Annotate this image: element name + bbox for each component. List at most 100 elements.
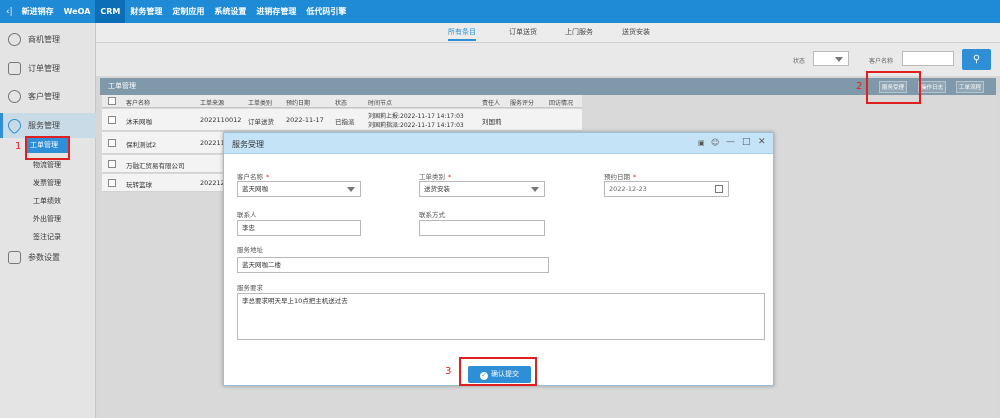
contact-label: 联系人 <box>237 211 257 219</box>
select-value: 送货安装 <box>424 185 450 193</box>
customer-icon <box>8 90 21 103</box>
status-filter-label: 状态 <box>793 58 806 65</box>
customer-name-select[interactable]: 蓝天网咖 <box>237 181 361 197</box>
service-request-label: 服务要求 <box>237 284 263 292</box>
sidebar-item-service[interactable]: 服务管理 <box>5 116 60 135</box>
tab-delivery-install[interactable]: 送货安装 <box>622 27 650 37</box>
business-icon <box>8 33 21 46</box>
cell-owner: 刘国莉 <box>482 118 502 126</box>
cell-type: 订单送货 <box>248 118 274 126</box>
work-order-type-select[interactable]: 送货安装 <box>419 181 545 197</box>
minimize-icon[interactable]: — <box>726 137 735 147</box>
nav-item-custom-apps[interactable]: 定制应用 <box>167 0 209 23</box>
chevron-down-icon <box>835 57 843 62</box>
cell-customer: 万融汇贸易有限公司 <box>126 162 185 170</box>
sidebar-subitem-logistics[interactable]: 物流管理 <box>33 160 61 170</box>
input-value: 李忠 <box>242 224 255 232</box>
tab-order-delivery[interactable]: 订单送货 <box>509 27 537 37</box>
textarea-value: 李总要求明天早上10点把主机送过去 <box>242 297 348 305</box>
input-value: 蓝天网咖二楼 <box>242 261 281 269</box>
column-header: 服务评分 <box>510 100 535 107</box>
table-row[interactable]: 沐禾网咖 2022110012 订单送货 2022-11-17 已指派 刘国莉上… <box>102 109 582 131</box>
column-header: 工单类别 <box>248 100 273 107</box>
smile-icon[interactable]: ☺ <box>711 138 719 147</box>
column-header: 预约日期 <box>286 100 311 107</box>
column-header: 时间节点 <box>368 100 393 107</box>
screenshot-icon[interactable]: ▣ <box>698 139 705 147</box>
select-all-checkbox[interactable] <box>108 97 116 105</box>
contact-input[interactable]: 李忠 <box>237 220 361 236</box>
status-filter-select[interactable] <box>813 51 849 66</box>
row-checkbox[interactable] <box>108 179 116 187</box>
order-icon <box>8 62 21 75</box>
cell-source: 202212 <box>200 179 225 187</box>
cell-node-assigned: 刘国莉指派:2022-11-17 14:17:03 <box>368 122 464 129</box>
sidebar-item-orders[interactable]: 订单管理 <box>8 62 60 75</box>
heart-icon <box>5 116 24 135</box>
required-mark: * <box>266 173 270 181</box>
phone-label: 联系方式 <box>419 211 445 219</box>
close-icon[interactable]: ✕ <box>758 137 766 147</box>
sidebar-item-customers[interactable]: 客户管理 <box>8 90 60 103</box>
required-mark: * <box>633 173 637 181</box>
nav-item-finance[interactable]: 财务管理 <box>125 0 167 23</box>
chevron-down-icon <box>347 187 355 192</box>
row-checkbox[interactable] <box>108 116 116 124</box>
column-header: 状态 <box>335 100 348 107</box>
operation-log-button[interactable]: 操作日志 <box>918 81 947 93</box>
tab-bar: 所有条目 订单送货 上门服务 送货安装 <box>96 23 1000 43</box>
label-text: 预约日期 <box>604 173 630 181</box>
annotation-number-2: 2 <box>856 81 863 92</box>
work-order-flow-button[interactable]: 工单流程 <box>956 81 985 93</box>
collapse-button[interactable]: ‹| <box>0 7 17 17</box>
nav-item-inventory[interactable]: 进销存管理 <box>251 0 301 23</box>
column-header: 工单来源 <box>200 100 225 107</box>
sidebar-subitem-outings[interactable]: 外出管理 <box>33 214 61 224</box>
row-checkbox[interactable] <box>108 160 116 168</box>
maximize-icon[interactable]: □ <box>742 137 751 147</box>
annotation-box-2 <box>866 71 921 104</box>
appointment-date-label: 预约日期 * <box>604 171 636 181</box>
nav-item-weoa[interactable]: WeOA <box>59 0 96 23</box>
appointment-date-input[interactable]: 2022-12-23 <box>604 181 729 197</box>
nav-item-lowcode[interactable]: 低代码引擎 <box>301 0 351 23</box>
sidebar-item-label: 订单管理 <box>28 64 60 73</box>
customer-filter-label: 客户名称 <box>869 58 894 65</box>
date-value: 2022-12-23 <box>609 185 647 193</box>
cell-customer: 保利测试2 <box>126 141 157 149</box>
cell-node-reported: 刘国莉上报:2022-11-17 14:17:03 <box>368 113 464 120</box>
sidebar-item-business[interactable]: 商机管理 <box>8 33 60 46</box>
tab-all-items[interactable]: 所有条目 <box>448 27 476 41</box>
row-checkbox[interactable] <box>108 139 116 147</box>
sidebar-subitem-invoices[interactable]: 发票管理 <box>33 178 61 188</box>
column-header: 责任人 <box>482 100 501 107</box>
search-button[interactable]: ⚲ <box>962 49 991 70</box>
sidebar-subitem-performance[interactable]: 工单绩效 <box>33 196 61 206</box>
service-accept-dialog: 服务受理 ▣ ☺ — □ ✕ 客户名称 * 蓝天网咖 工单类别 * 送货安装 预约日… <box>223 132 774 386</box>
chevron-down-icon <box>531 187 539 192</box>
calendar-icon[interactable] <box>715 185 723 193</box>
nav-item-crm[interactable]: CRM <box>95 0 126 23</box>
column-header: 客户名称 <box>126 100 151 107</box>
tab-onsite-service[interactable]: 上门服务 <box>565 27 593 37</box>
annotation-number-3: 3 <box>445 366 452 377</box>
service-address-input[interactable]: 蓝天网咖二楼 <box>237 257 549 273</box>
sidebar: 商机管理 订单管理 客户管理 服务管理 工单管理 物流管理 发票管理 工单绩效 … <box>0 23 96 418</box>
customer-name-label: 客户名称 * <box>237 171 269 181</box>
settings-icon <box>8 251 21 264</box>
sidebar-item-label: 客户管理 <box>28 92 60 101</box>
nav-item-system-settings[interactable]: 系统设置 <box>209 0 251 23</box>
cell-date: 2022-11-17 <box>286 116 324 124</box>
panel-title: 工单管理 <box>108 82 136 90</box>
customer-filter-input[interactable] <box>902 51 954 66</box>
nav-item-jxc[interactable]: 新进销存 <box>17 0 59 23</box>
sidebar-item-parameters[interactable]: 参数设置 <box>8 251 60 264</box>
top-nav-bar: ‹| 新进销存 WeOA CRM 财务管理 定制应用 系统设置 进销存管理 低代… <box>0 0 1000 23</box>
phone-input[interactable] <box>419 220 545 236</box>
sidebar-item-label: 商机管理 <box>28 35 60 44</box>
search-icon: ⚲ <box>972 54 981 65</box>
column-header: 回访情况 <box>549 100 574 107</box>
service-request-textarea[interactable]: 李总要求明天早上10点把主机送过去 <box>237 293 765 340</box>
sidebar-subitem-sign-records[interactable]: 签注记录 <box>33 232 61 242</box>
filter-bar: 状态 客户名称 ⚲ <box>96 43 1000 76</box>
